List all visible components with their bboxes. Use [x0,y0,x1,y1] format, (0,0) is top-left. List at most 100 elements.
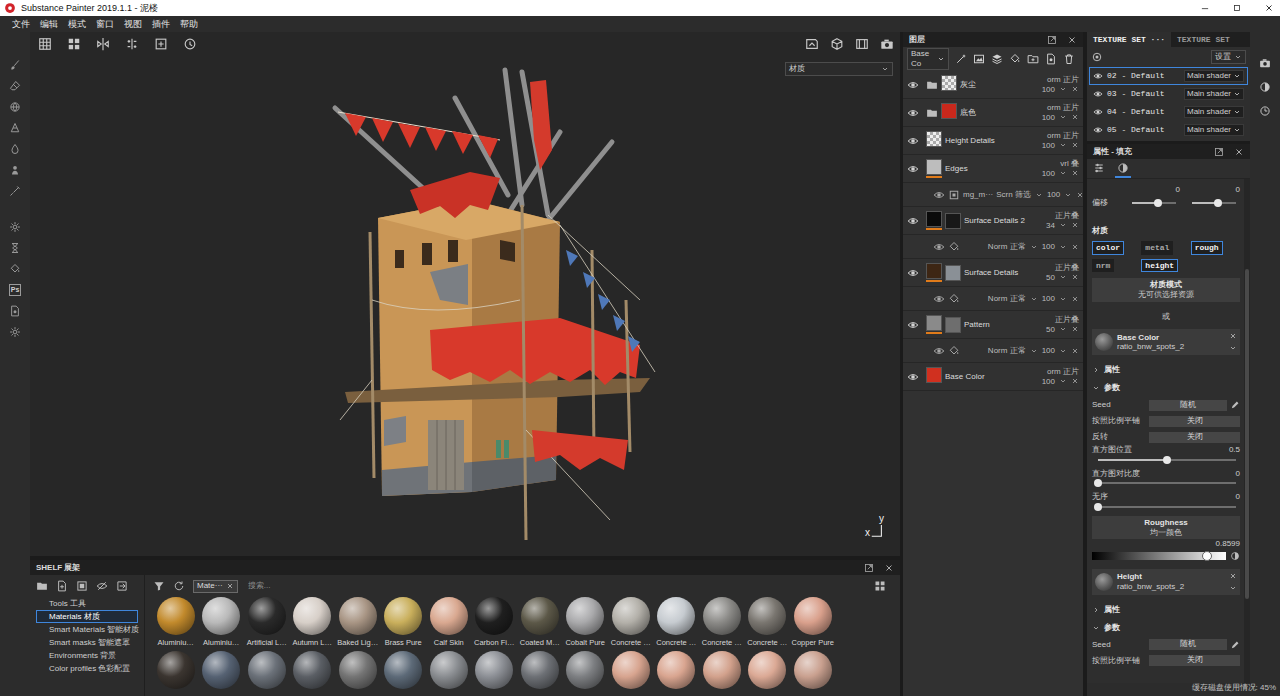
poly-tool-icon[interactable] [9,122,21,134]
offset-slider[interactable]: 0 [1126,185,1180,208]
eye-icon[interactable] [933,293,945,305]
layer-name[interactable]: 灰尘 [960,80,1034,90]
layer-opacity[interactable]: 50 [1046,273,1055,283]
material-item[interactable] [745,651,791,689]
remove-icon[interactable] [1071,169,1079,177]
material-item[interactable] [517,651,563,689]
eye-icon[interactable] [1093,107,1103,117]
close-icon[interactable] [1234,147,1244,157]
visibility-toggle[interactable] [903,215,923,227]
eye-icon[interactable] [907,319,919,331]
effect-name[interactable]: mg_m··· [963,190,993,200]
layer-name[interactable]: Edges [945,164,1034,174]
layer-thumbnail[interactable] [926,131,942,147]
slider-knob[interactable] [1163,456,1171,464]
texture-set-name[interactable]: 05 - Default [1107,125,1180,135]
dropdown-arrow-icon[interactable] [1059,141,1067,149]
slider-track[interactable] [1098,506,1236,508]
filter-icon[interactable] [153,580,165,592]
close-window-icon[interactable] [1264,3,1274,13]
texture-set-settings-icon[interactable] [1091,51,1103,63]
edit-icon[interactable] [1230,400,1240,410]
expand-icon[interactable] [1229,584,1237,592]
timeline-icon[interactable] [9,242,21,254]
layer-thumbnail[interactable] [926,315,942,331]
remove-icon[interactable] [1071,243,1079,251]
smudge-tool-icon[interactable] [9,143,21,155]
layer-thumbnail[interactable] [945,213,961,229]
blend-mode[interactable]: orm 正片 [1047,103,1079,113]
slider-track[interactable] [1192,202,1236,204]
scrollbar[interactable] [1244,179,1250,683]
shader-dropdown[interactable]: Main shader [1184,124,1244,136]
remove-icon[interactable] [1076,191,1084,199]
effect-opacity[interactable]: 100 [1042,346,1055,356]
layer-opacity[interactable]: 100 [1042,141,1055,151]
delete-icon[interactable] [1063,53,1075,65]
color-picker-icon[interactable] [1230,551,1240,561]
dropdown-arrow-icon[interactable] [1059,85,1067,93]
layer-opacity[interactable]: 100 [1042,113,1055,123]
settings-dropdown[interactable]: 设置 [1211,50,1246,64]
layer-opacity[interactable]: 100 [1042,377,1055,387]
add-view-icon[interactable] [154,37,168,51]
material-item[interactable]: Aluminiu… [199,597,245,647]
blend-mode[interactable]: orm 正片 [1047,131,1079,141]
viewport[interactable]: 材质yx [30,32,900,556]
texture-set-tab[interactable]: TEXTURE SET ··· [1087,32,1171,47]
param-button[interactable]: 关闭 [1149,655,1240,666]
material-item[interactable] [790,651,836,689]
close-icon[interactable] [884,563,894,573]
dropdown-arrow-icon[interactable] [1035,191,1043,199]
channel-chip[interactable]: color [1092,241,1124,255]
material-item[interactable] [290,651,336,689]
blend-mode[interactable]: 正片叠 [1055,315,1079,325]
dropdown-arrow-icon[interactable] [1059,113,1067,121]
layer-thumbnail[interactable] [926,211,942,227]
visibility-toggle[interactable] [903,135,923,147]
add-layer-icon[interactable] [991,53,1003,65]
material-item[interactable]: Cobalt Pure [563,597,609,647]
layer-name[interactable]: 底色 [960,108,1034,118]
layer-blend[interactable]: 正片叠50 [1037,315,1079,334]
texture-set-tab[interactable]: TEXTURE SET [1171,32,1236,47]
material-item[interactable]: Brass Pure [381,597,427,647]
gradient-knob[interactable] [1202,551,1212,561]
layer-thumbnail[interactable] [941,75,957,91]
remove-icon[interactable] [1071,325,1079,333]
mirror-icon[interactable] [96,37,110,51]
eye-icon[interactable] [933,241,945,253]
material-item[interactable] [654,651,700,689]
param-slider[interactable]: 直方图对比度0 [1092,469,1240,489]
minimize-icon[interactable] [1200,3,1210,13]
grid-view-icon[interactable] [874,580,886,592]
eye-icon[interactable] [907,215,919,227]
dropdown-arrow-icon[interactable] [1059,377,1067,385]
layer-row[interactable]: Base Colororm 正片100 [903,363,1083,391]
layer-name[interactable]: Surface Details [964,268,1034,278]
material-item[interactable]: Concrete … [745,597,791,647]
remove-icon[interactable] [1071,221,1079,229]
texture-set-row[interactable]: 05 - Default Main shader [1089,121,1248,139]
layer-thumbnail[interactable] [926,159,942,175]
layer-row[interactable]: Surface Details正片叠50 [903,259,1083,287]
layer-opacity[interactable]: 50 [1046,325,1055,335]
material-item[interactable]: Aluminiu… [153,597,199,647]
material-item[interactable]: Baked Lig… [335,597,381,647]
close-icon[interactable] [1067,35,1077,45]
shelf-category[interactable]: Color profiles 色彩配置 [36,662,138,675]
undock-icon[interactable] [1047,35,1057,45]
texture-set-name[interactable]: 03 - Default [1107,89,1180,99]
remove-icon[interactable] [1229,572,1237,580]
param-button[interactable]: 随机 [1149,639,1227,650]
layer-row[interactable]: 灰尘orm 正片100 [903,71,1083,99]
eye-icon[interactable] [907,135,919,147]
param-button[interactable]: 关闭 [1149,416,1240,427]
remove-filter-icon[interactable] [226,582,234,590]
group-header[interactable]: 属性 [1092,601,1240,619]
layer-blend[interactable]: orm 正片100 [1037,103,1079,122]
material-item[interactable]: Concrete … [699,597,745,647]
add-paint-layer-icon[interactable] [973,53,985,65]
blend-mode[interactable]: Scrn 筛选 [996,190,1031,200]
material-item[interactable]: Carbon Fi… [472,597,518,647]
